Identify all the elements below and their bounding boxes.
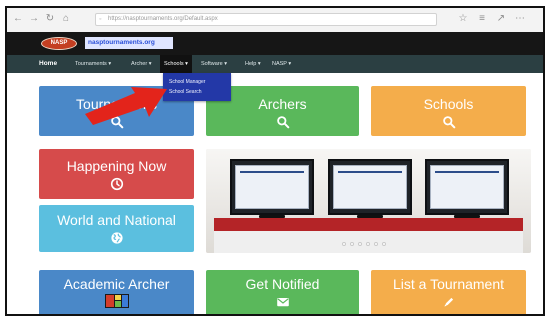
site-header: NASP nasptournaments.org	[7, 32, 543, 55]
tile-schools[interactable]: Schools	[371, 86, 526, 136]
nav-home[interactable]: Home	[39, 55, 57, 73]
search-icon	[442, 115, 456, 129]
home-icon[interactable]: ⌂	[61, 12, 71, 26]
monitor-screen	[235, 165, 309, 209]
red-table-cover	[214, 218, 523, 231]
monitor-screen	[333, 165, 407, 209]
hub-icon[interactable]: ≡	[477, 12, 487, 26]
nav-software[interactable]: Software ▾	[201, 55, 227, 73]
tile-world-and-national[interactable]: World and National	[39, 205, 194, 252]
slide-indicator-dot[interactable]	[350, 242, 354, 246]
nav-schools[interactable]: Schools ▾	[160, 55, 192, 73]
nav-help[interactable]: Help ▾	[245, 55, 261, 73]
bookmark-star-icon[interactable]: ☆	[458, 12, 468, 26]
monitor-image	[328, 159, 412, 215]
photo-slideshow[interactable]	[206, 149, 531, 253]
tile-list-a-tournament[interactable]: List a Tournament	[371, 270, 526, 314]
forward-arrow-icon[interactable]: →	[29, 12, 39, 26]
slide-indicator-dot[interactable]	[358, 242, 362, 246]
red-arrow-shape	[85, 87, 167, 125]
slide-indicator-dot[interactable]	[342, 242, 346, 246]
tile-label: List a Tournament	[392, 276, 505, 292]
clock-icon	[110, 177, 124, 191]
more-options-icon[interactable]: ⋯	[515, 12, 525, 26]
nav-archer[interactable]: Archer ▾	[131, 55, 152, 73]
browser-toolbar: ← → ↻ ⌂ ◦ https://nasptournaments.org/De…	[7, 8, 543, 33]
site-logo[interactable]: NASP	[41, 37, 77, 50]
tile-get-notified[interactable]: Get Notified	[206, 270, 359, 314]
main-nav: Home Tournaments ▾ Archer ▾ Schools ▾ So…	[7, 55, 543, 73]
back-arrow-icon[interactable]: ←	[13, 12, 23, 26]
tile-label: Happening Now	[66, 158, 167, 174]
monitor-strip	[338, 171, 402, 173]
slide-indicator-dot[interactable]	[374, 242, 378, 246]
nav-tournaments[interactable]: Tournaments ▾	[75, 55, 111, 73]
menu-item-school-manager[interactable]: School Manager	[169, 77, 205, 87]
monitor-screen	[430, 165, 504, 209]
share-icon[interactable]: ↗	[496, 12, 506, 26]
menu-item-school-search[interactable]: School Search	[169, 87, 202, 97]
screenshot-frame: ← → ↻ ⌂ ◦ https://nasptournaments.org/De…	[5, 6, 545, 316]
monitor-image	[425, 159, 509, 215]
site-title[interactable]: nasptournaments.org	[85, 37, 173, 49]
tile-academic-archer[interactable]: Academic Archer	[39, 270, 194, 314]
tile-label: Schools	[423, 96, 474, 112]
monitor-strip	[240, 171, 304, 173]
reload-icon[interactable]: ↻	[45, 12, 55, 26]
schools-dropdown-menu: School Manager School Search	[163, 73, 231, 101]
monitor-image	[230, 159, 314, 215]
image-icon	[104, 294, 129, 308]
monitor-strip	[435, 171, 499, 173]
address-bar[interactable]: ◦ https://nasptournaments.org/Default.as…	[95, 13, 437, 26]
tile-label: Get Notified	[245, 276, 320, 292]
pencil-icon	[442, 295, 456, 309]
tile-label: Academic Archer	[63, 276, 170, 292]
tile-label: World and National	[57, 212, 176, 228]
slide-indicator-dot[interactable]	[382, 242, 386, 246]
envelope-icon	[276, 295, 290, 309]
lock-icon: ◦	[99, 16, 102, 23]
nav-nasp[interactable]: NASP ▾	[272, 55, 291, 73]
slideshow-indicators[interactable]	[336, 240, 416, 248]
search-icon	[276, 115, 290, 129]
tile-happening-now[interactable]: Happening Now	[39, 149, 194, 199]
red-arrow-annotation	[85, 87, 167, 125]
slide-indicator-dot[interactable]	[366, 242, 370, 246]
address-bar-url: https://nasptournaments.org/Default.aspx	[108, 16, 218, 22]
globe-icon	[110, 231, 124, 245]
